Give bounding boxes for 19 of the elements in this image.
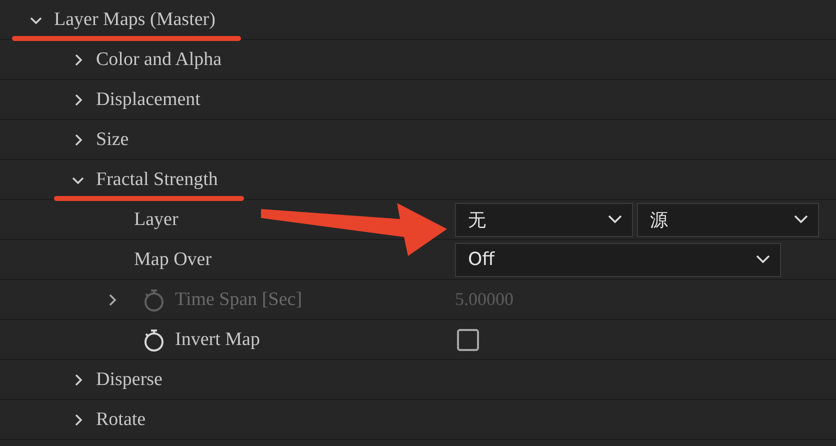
group-label[interactable]: Color and Alpha — [96, 48, 222, 70]
group-label[interactable]: Displacement — [96, 88, 200, 110]
caret-icon — [794, 215, 808, 224]
checkbox[interactable] — [457, 328, 479, 350]
group-label[interactable]: Size — [96, 128, 129, 150]
group-label[interactable]: Layer Maps (Master) — [54, 8, 216, 30]
property-label: Time Span [Sec] — [175, 288, 302, 310]
stopwatch-icon[interactable] — [142, 328, 166, 352]
dropdown[interactable]: 无 — [455, 202, 633, 236]
dropdown[interactable]: Off — [455, 242, 781, 276]
group-label[interactable]: Rotate — [96, 408, 146, 430]
group-label[interactable]: Fractal Strength — [96, 168, 218, 190]
group-label[interactable]: Disperse — [96, 368, 162, 390]
property-label: Layer — [134, 208, 178, 230]
dropdown[interactable]: 源 — [637, 202, 819, 236]
caret-icon — [608, 215, 622, 224]
property-label: Map Over — [134, 248, 212, 270]
property-label: Invert Map — [175, 328, 260, 350]
caret-icon — [756, 255, 770, 264]
